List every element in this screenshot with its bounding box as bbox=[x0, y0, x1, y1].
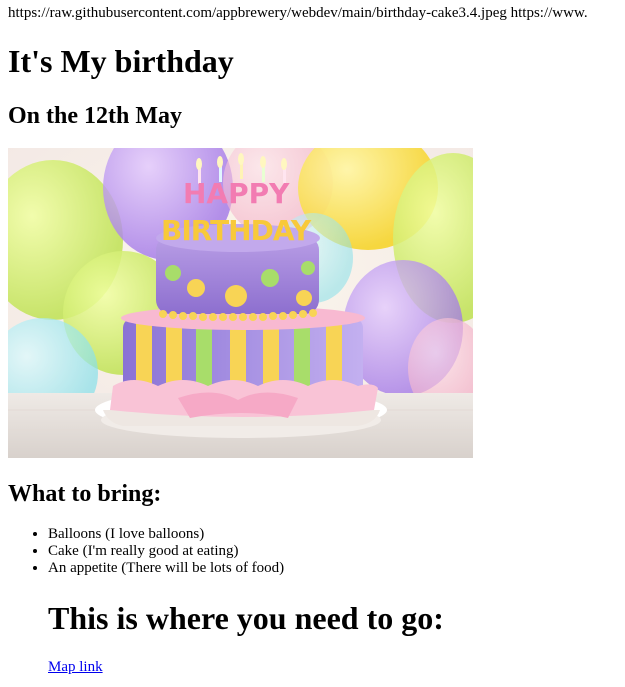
what-to-bring-heading: What to bring: bbox=[8, 481, 162, 507]
cake-topper-birthday: BIRTHDAY bbox=[161, 214, 312, 247]
birthday-cake-image: HAPPY BIRTHDAY bbox=[8, 148, 473, 458]
where-to-go-heading: This is where you need to go: bbox=[48, 600, 444, 636]
date-heading: On the 12th May bbox=[8, 103, 182, 129]
bring-list: Balloons (I love balloons) Cake (I'm rea… bbox=[8, 526, 284, 577]
map-link[interactable]: Map link bbox=[48, 658, 103, 676]
cake-topper-happy: HAPPY bbox=[183, 177, 290, 210]
list-item: Cake (I'm really good at eating) bbox=[48, 543, 284, 560]
image-url-text: https://raw.githubusercontent.com/appbre… bbox=[8, 5, 588, 21]
list-item: An appetite (There will be lots of food) bbox=[48, 560, 284, 577]
list-item: Balloons (I love balloons) bbox=[48, 526, 284, 543]
page-title: It's My birthday bbox=[8, 43, 234, 79]
